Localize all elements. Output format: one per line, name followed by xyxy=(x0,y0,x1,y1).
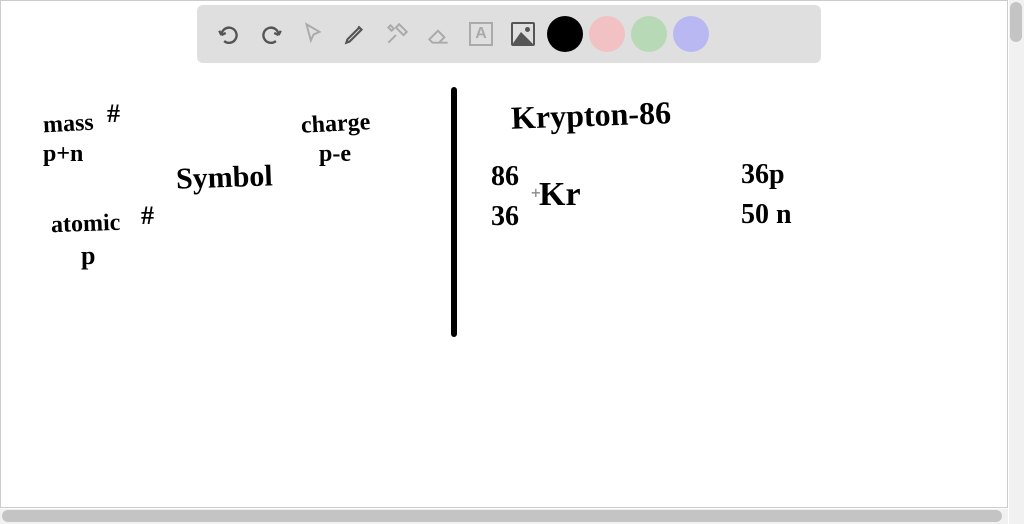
redo-button[interactable] xyxy=(251,14,291,54)
text-icon: A xyxy=(469,22,493,46)
note-pn: p+n xyxy=(43,141,83,168)
eraser-tool-button[interactable] xyxy=(419,14,459,54)
undo-icon xyxy=(216,21,242,47)
note-p: p xyxy=(81,241,95,271)
color-green[interactable] xyxy=(631,16,667,52)
drawing-toolbar: A xyxy=(197,5,821,63)
cursor-crosshair: + xyxy=(531,183,541,202)
redo-icon xyxy=(258,21,284,47)
note-36p: 36p xyxy=(741,159,785,191)
note-atomic: atomic xyxy=(51,210,121,239)
tools-icon xyxy=(384,21,410,47)
image-tool-button[interactable] xyxy=(503,14,543,54)
vertical-scrollbar[interactable] xyxy=(1009,0,1024,524)
eraser-icon xyxy=(426,21,452,47)
pointer-tool-button[interactable] xyxy=(293,14,333,54)
note-mass-label: mass xyxy=(42,110,94,140)
horizontal-scrollbar[interactable] xyxy=(0,509,1008,524)
scrollbar-thumb-v[interactable] xyxy=(1010,2,1022,42)
color-purple[interactable] xyxy=(673,16,709,52)
note-hash-atomic: # xyxy=(141,201,154,231)
note-50n: 50 n xyxy=(741,199,792,231)
note-kr-symbol: Kr xyxy=(539,176,581,214)
tools-button[interactable] xyxy=(377,14,417,54)
note-symbol: Symbol xyxy=(175,159,273,196)
divider-line xyxy=(451,87,457,337)
note-hash-mass: # xyxy=(107,99,120,129)
undo-button[interactable] xyxy=(209,14,249,54)
note-pe: p-e xyxy=(319,141,351,168)
pencil-tool-button[interactable] xyxy=(335,14,375,54)
note-charge: charge xyxy=(300,109,371,140)
note-atomic-36: 36 xyxy=(491,201,519,233)
text-tool-button[interactable]: A xyxy=(461,14,501,54)
color-pink[interactable] xyxy=(589,16,625,52)
note-mass-86: 86 xyxy=(491,161,519,193)
note-krypton-title: Krypton-86 xyxy=(510,94,671,137)
color-black[interactable] xyxy=(547,16,583,52)
pencil-icon xyxy=(342,21,368,47)
cursor-icon xyxy=(300,21,326,47)
whiteboard-canvas[interactable]: A mass # p+n Symbol charge p-e atomic # … xyxy=(0,0,1008,508)
image-icon xyxy=(511,22,535,46)
scrollbar-thumb-h[interactable] xyxy=(2,510,1002,522)
